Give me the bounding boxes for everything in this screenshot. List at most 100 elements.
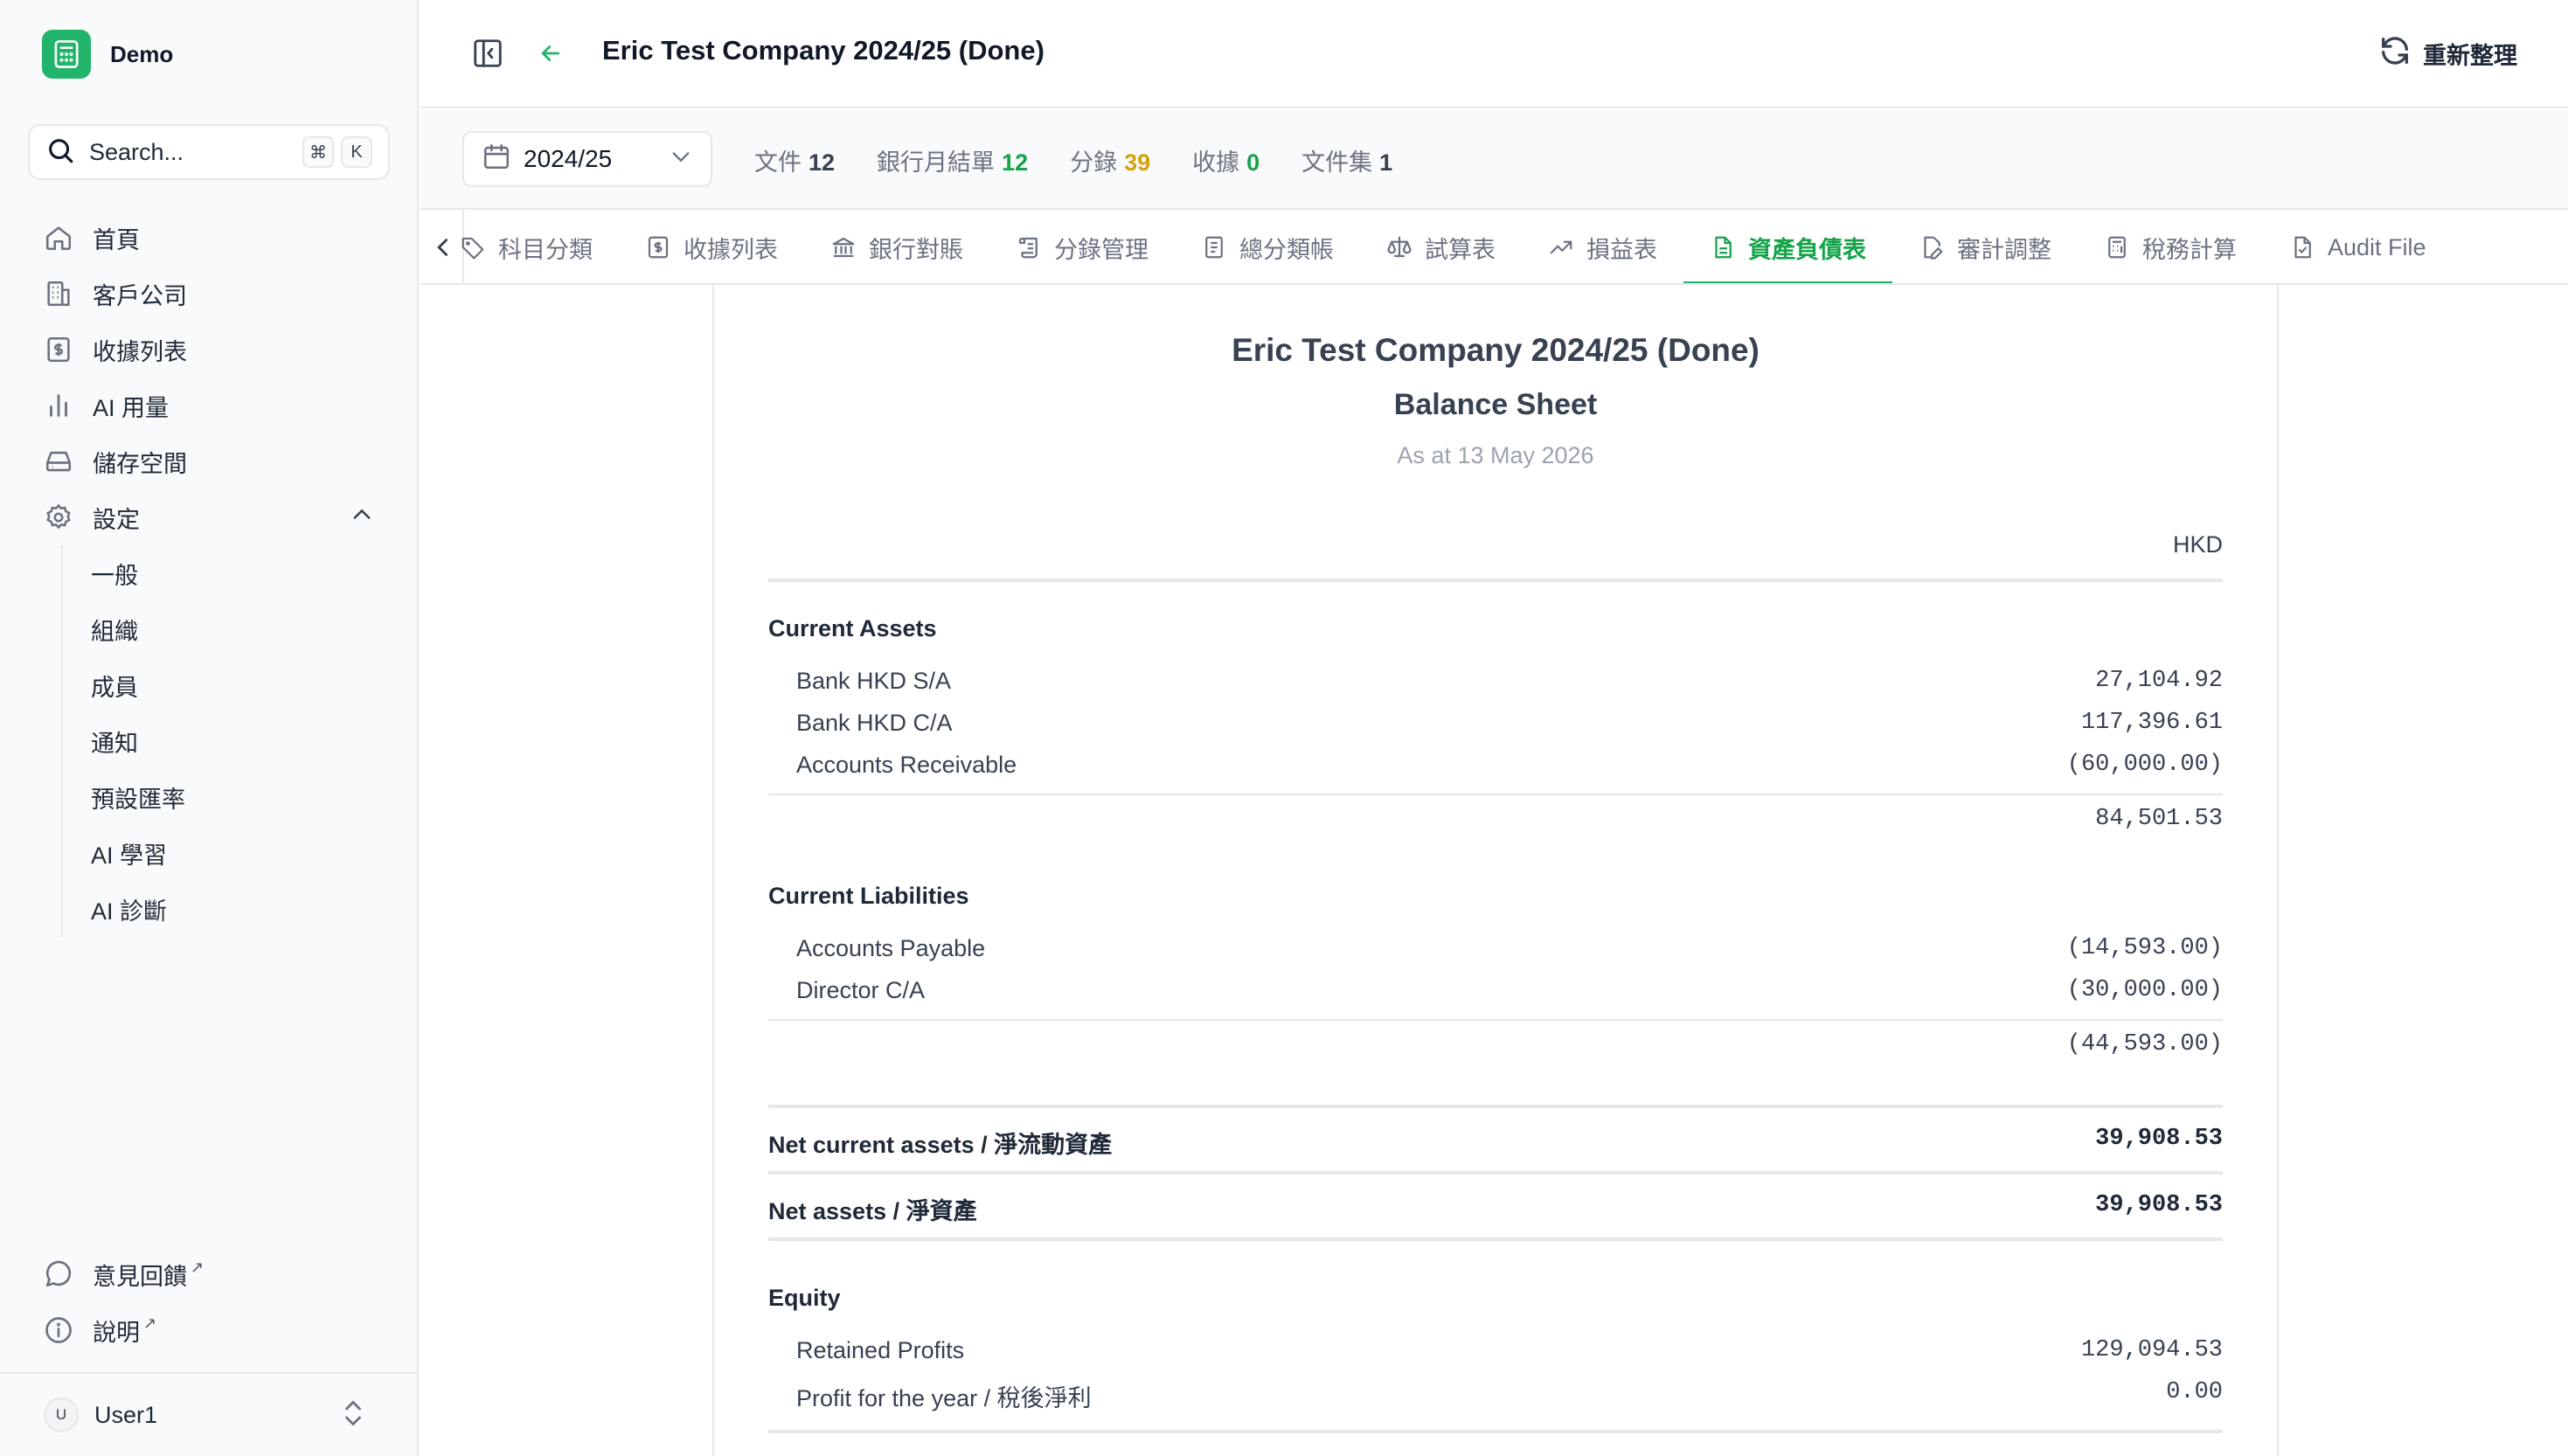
line-value: 27,104.92 <box>2095 668 2223 694</box>
refresh-button[interactable]: 重新整理 <box>2377 33 2517 74</box>
tab-tax-calculation[interactable]: 稅務計算 <box>2078 210 2263 283</box>
tab-account-classification[interactable]: 科目分類 <box>460 210 619 283</box>
nav-label: 儲存空間 <box>93 450 187 477</box>
sidebar: Demo Search... ⌘ K 首頁 客戶公司 收據列表 AI 用量 儲存… <box>0 0 419 1456</box>
avatar: U <box>44 1397 79 1432</box>
brand[interactable]: Demo <box>42 30 173 79</box>
shortcut-key-cmd: ⌘ <box>302 136 334 168</box>
chevrons-up-down-icon <box>340 1397 366 1433</box>
tab-label: 試算表 <box>1425 236 1496 263</box>
subtotal-current-liabilities: (44,593.00) <box>2066 1031 2223 1057</box>
line-value: (60,000.00) <box>2066 752 2223 778</box>
tab-audit-adjustments[interactable]: 審計調整 <box>1892 210 2078 283</box>
tab-label: 收據列表 <box>684 236 778 263</box>
search-button[interactable]: Search... ⌘ K <box>28 124 390 180</box>
chevron-left-icon[interactable] <box>433 234 454 265</box>
line-value: (14,593.00) <box>2066 935 2223 961</box>
main-nav: 首頁 客戶公司 收據列表 AI 用量 儲存空間 設定 一般 組織 成員 通知 預… <box>42 210 392 937</box>
hard-drive-icon <box>42 445 75 478</box>
tab-general-ledger[interactable]: 總分類帳 <box>1175 210 1360 283</box>
subnav-item-ai-learning[interactable]: AI 學習 <box>91 825 392 881</box>
trend-icon <box>1548 234 1574 260</box>
tab-label: 銀行對賬 <box>869 236 963 263</box>
tab-label: 資產負債表 <box>1748 236 1866 263</box>
refresh-label: 重新整理 <box>2423 43 2517 69</box>
line-value: (30,000.00) <box>2066 977 2223 1003</box>
nav-label: 首頁 <box>93 226 140 253</box>
line-value: 0.00 <box>2166 1379 2223 1405</box>
calendar-icon <box>482 142 511 177</box>
line-value: 129,094.53 <box>2080 1337 2223 1363</box>
divider <box>768 1105 2223 1108</box>
tab-audit-file[interactable]: Audit File <box>2263 210 2453 283</box>
bank-icon <box>830 234 857 260</box>
subnav-item-general[interactable]: 一般 <box>91 545 392 601</box>
subnav-item-ai-diagnosis[interactable]: AI 診斷 <box>91 881 392 937</box>
nav-item-feedback[interactable]: 意見回饋 ↗ <box>42 1246 392 1302</box>
gear-icon <box>42 501 75 534</box>
nav-item-ai-usage[interactable]: AI 用量 <box>42 378 392 433</box>
nav-item-receipts[interactable]: 收據列表 <box>42 322 392 378</box>
divider <box>768 1430 2223 1433</box>
balance-sheet-card: Eric Test Company 2024/25 (Done) Balance… <box>712 285 2279 1456</box>
stat-document-sets: 文件集 1 <box>1301 149 1393 176</box>
net-current-assets-label: Net current assets / 淨流動資產 <box>768 1132 1113 1158</box>
section-title-current-assets: Current Assets <box>768 615 937 641</box>
nav-item-home[interactable]: 首頁 <box>42 210 392 266</box>
tab-trial-balance[interactable]: 試算表 <box>1360 210 1522 283</box>
file-check-icon <box>2289 234 2315 260</box>
line-label: Bank HKD S/A <box>796 668 952 694</box>
line-label: Director C/A <box>796 977 926 1003</box>
net-current-assets-value: 39,908.53 <box>2095 1126 2223 1152</box>
building-icon <box>42 277 75 310</box>
line-label: Accounts Payable <box>796 935 986 961</box>
year-select[interactable]: 2024/25 <box>462 131 712 187</box>
subnav-item-members[interactable]: 成員 <box>91 657 392 713</box>
nav-label: 設定 <box>93 506 140 533</box>
tab-receipts[interactable]: 收據列表 <box>619 210 804 283</box>
tab-income-statement[interactable]: 損益表 <box>1522 210 1683 283</box>
stat-entries: 分錄 39 <box>1070 149 1151 176</box>
stats-row: 文件 12 銀行月結單 12 分錄 39 收據 0 文件集 1 <box>754 143 1434 177</box>
bar-chart-icon <box>42 389 75 422</box>
tab-label: 稅務計算 <box>2142 236 2237 263</box>
sheet-icon <box>1710 234 1736 260</box>
report-title: Balance Sheet <box>1393 388 1598 421</box>
user-menu-button[interactable]: U User1 <box>0 1372 417 1456</box>
divider <box>768 579 2223 582</box>
nav-item-storage[interactable]: 儲存空間 <box>42 433 392 489</box>
settings-subnav: 一般 組織 成員 通知 預設匯率 AI 學習 AI 診斷 <box>61 545 392 937</box>
divider <box>768 1019 2223 1021</box>
file-edit-icon <box>1919 234 1945 260</box>
calculator-icon <box>2104 234 2130 260</box>
line-label: Profit for the year / 稅後淨利 <box>796 1385 1092 1411</box>
back-arrow-icon[interactable] <box>538 40 564 71</box>
nav-item-settings[interactable]: 設定 <box>42 489 392 545</box>
shortcut-key-k: K <box>341 136 372 168</box>
subnav-item-exchange-rates[interactable]: 預設匯率 <box>91 769 392 825</box>
subnav-item-organization[interactable]: 組織 <box>91 601 392 657</box>
nav-item-help[interactable]: 說明 ↗ <box>42 1302 392 1358</box>
sidebar-toggle-icon[interactable] <box>471 37 504 74</box>
line-value: 117,396.61 <box>2080 710 2223 736</box>
nav-label: AI 用量 <box>93 394 170 421</box>
tab-balance-sheet[interactable]: 資產負債表 <box>1683 210 1892 283</box>
search-icon <box>45 135 75 170</box>
tab-journal-entries[interactable]: 分錄管理 <box>989 210 1175 283</box>
info-icon <box>42 1314 75 1347</box>
report-company: Eric Test Company 2024/25 (Done) <box>1232 332 1759 368</box>
stat-bank-statements: 銀行月結單 12 <box>877 149 1029 176</box>
tab-bank-reconciliation[interactable]: 銀行對賬 <box>804 210 989 283</box>
report-date: As at 13 May 2026 <box>1397 442 1594 468</box>
tab-label: Audit File <box>2328 233 2426 260</box>
line-label: Bank HKD C/A <box>796 710 953 736</box>
chevron-up-icon[interactable] <box>350 503 374 533</box>
tab-label: 分錄管理 <box>1054 236 1149 263</box>
subnav-item-notifications[interactable]: 通知 <box>91 713 392 769</box>
year-select-value: 2024/25 <box>524 145 613 172</box>
chevron-down-icon <box>669 144 693 175</box>
receipt-icon <box>42 333 75 366</box>
subtotal-current-assets: 84,501.53 <box>2095 806 2223 832</box>
nav-item-clients[interactable]: 客戶公司 <box>42 266 392 322</box>
calculator-logo-icon <box>42 30 91 79</box>
